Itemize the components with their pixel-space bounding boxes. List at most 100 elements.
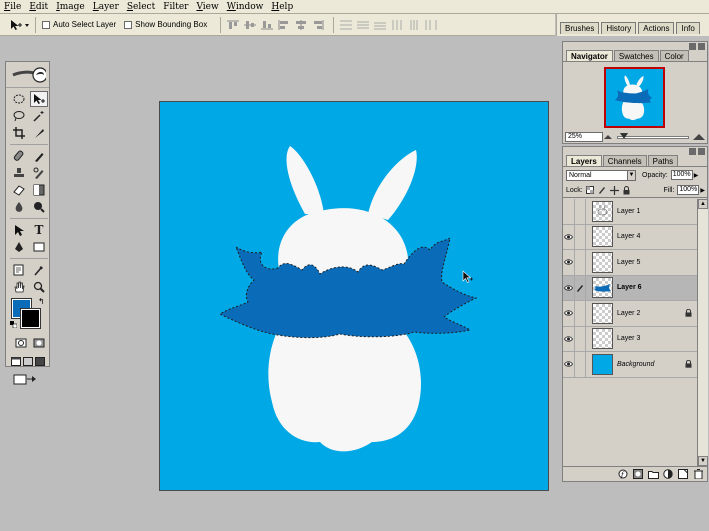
fill-field[interactable]: 100% [677, 185, 700, 195]
tool-preset-picker[interactable] [4, 16, 36, 33]
align-horizontal-centers-icon[interactable] [294, 19, 308, 31]
toolbox-header[interactable] [6, 62, 49, 88]
default-colors-icon[interactable] [10, 321, 17, 328]
blur-tool-icon[interactable] [10, 199, 28, 215]
dodge-tool-icon[interactable] [30, 199, 48, 215]
eye-icon[interactable] [563, 326, 575, 352]
lock-transparency-icon[interactable] [586, 186, 595, 195]
quick-mask-icon[interactable] [30, 335, 48, 351]
lasso-tool-icon[interactable] [10, 108, 28, 124]
marquee-tool-icon[interactable] [10, 91, 28, 107]
trash-icon[interactable] [692, 469, 704, 480]
show-bounding-box-option[interactable]: Show Bounding Box [124, 20, 207, 29]
minimize-icon[interactable] [689, 43, 696, 50]
menu-item-edit[interactable]: Edit [29, 2, 48, 12]
distribute-left-icon[interactable] [390, 19, 404, 31]
palette-well-tab-info[interactable]: Info [676, 22, 700, 34]
crop-tool-icon[interactable] [10, 125, 28, 141]
link-slot[interactable] [575, 300, 586, 326]
layer-row[interactable]: Layer 1 [563, 198, 697, 225]
menu-item-layer[interactable]: Layer [93, 2, 119, 12]
link-slot[interactable] [575, 249, 586, 275]
eye-icon[interactable] [563, 198, 575, 224]
slice-tool-icon[interactable] [30, 125, 48, 141]
notes-tool-icon[interactable] [10, 262, 28, 278]
screen-mode-full-icon[interactable] [34, 353, 46, 369]
layer-row[interactable]: Layer 2 [563, 300, 697, 327]
background-color-swatch[interactable] [20, 308, 41, 329]
align-left-edges-icon[interactable] [277, 19, 291, 31]
auto-select-layer-option[interactable]: Auto Select Layer [42, 20, 116, 29]
tab-color[interactable]: Color [659, 50, 689, 61]
new-layer-icon[interactable] [677, 469, 689, 480]
layers-scrollbar[interactable]: ▲ ▼ [697, 199, 708, 466]
zoom-percent-field[interactable]: 25% [565, 132, 603, 142]
shape-tool-icon[interactable] [30, 239, 48, 255]
link-slot[interactable] [575, 224, 586, 250]
new-set-icon[interactable] [647, 469, 659, 480]
zoom-slider[interactable] [617, 132, 689, 139]
eraser-tool-icon[interactable] [10, 182, 28, 198]
new-adjustment-layer-icon[interactable] [662, 469, 674, 480]
gradient-tool-icon[interactable] [30, 182, 48, 198]
lock-all-icon[interactable] [622, 185, 631, 195]
menu-item-help[interactable]: Help [271, 2, 293, 12]
fill-arrow-icon[interactable]: ▶ [700, 187, 705, 194]
zoom-out-icon[interactable] [603, 133, 613, 141]
history-brush-icon[interactable] [30, 165, 48, 181]
opacity-field[interactable]: 100% [670, 170, 693, 180]
distribute-bottom-icon[interactable] [373, 19, 387, 31]
menu-item-view[interactable]: View [196, 2, 218, 12]
clone-stamp-icon[interactable] [10, 165, 28, 181]
palette-well-tab-actions[interactable]: Actions [638, 22, 675, 34]
link-slot[interactable] [575, 326, 586, 352]
palette-well-tab-brushes[interactable]: Brushes [560, 22, 600, 34]
eye-icon[interactable] [563, 224, 575, 250]
pen-tool-icon[interactable] [10, 239, 28, 255]
align-vertical-centers-icon[interactable] [243, 19, 257, 31]
zoom-tool-icon[interactable] [30, 279, 48, 295]
screen-mode-standard-icon[interactable] [10, 353, 22, 369]
tab-navigator[interactable]: Navigator [566, 50, 613, 61]
bounding-box-checkbox[interactable] [124, 20, 133, 29]
scroll-down-icon[interactable]: ▼ [698, 456, 708, 466]
distribute-vcenter-icon[interactable] [356, 19, 370, 31]
close-icon[interactable] [698, 148, 705, 155]
palette-well-tab-history[interactable]: History [601, 22, 637, 34]
eye-icon[interactable] [563, 351, 575, 377]
lock-image-pixels-icon[interactable] [598, 186, 607, 195]
magic-wand-icon[interactable] [30, 108, 48, 124]
layer-row[interactable]: Layer 4 [563, 224, 697, 250]
standard-mode-icon[interactable] [12, 335, 30, 351]
lock-position-icon[interactable] [609, 185, 619, 195]
zoom-in-icon[interactable] [693, 133, 705, 141]
jump-to-imageready-icon[interactable] [11, 371, 41, 387]
move-tool-icon[interactable] [30, 91, 48, 107]
add-layer-style-icon[interactable]: f [617, 469, 629, 480]
zoom-slider-thumb[interactable] [620, 132, 628, 139]
tab-paths[interactable]: Paths [647, 155, 679, 166]
tab-layers[interactable]: Layers [566, 155, 602, 166]
brush-icon[interactable] [575, 275, 586, 301]
eye-icon[interactable] [563, 249, 575, 275]
minimize-icon[interactable] [689, 148, 696, 155]
layer-row[interactable]: Layer 6 [563, 275, 697, 301]
path-selection-icon[interactable] [10, 222, 28, 238]
layer-row[interactable]: Background [563, 351, 697, 378]
menu-item-window[interactable]: Window [227, 2, 264, 12]
layer-row[interactable]: Layer 5 [563, 249, 697, 276]
tab-channels[interactable]: Channels [602, 155, 647, 166]
add-mask-icon[interactable] [632, 469, 644, 480]
eyedropper-icon[interactable] [30, 262, 48, 278]
eye-icon[interactable] [563, 300, 575, 326]
auto-select-checkbox[interactable] [42, 20, 50, 29]
healing-brush-icon[interactable] [10, 148, 28, 164]
link-slot[interactable] [575, 198, 586, 224]
swap-colors-icon[interactable]: ↰ [38, 297, 45, 306]
distribute-right-icon[interactable] [424, 19, 438, 31]
document-canvas[interactable] [159, 101, 549, 491]
align-bottom-edges-icon[interactable] [260, 19, 274, 31]
link-slot[interactable] [575, 351, 586, 377]
align-right-edges-icon[interactable] [311, 19, 325, 31]
opacity-arrow-icon[interactable]: ▶ [694, 172, 699, 179]
